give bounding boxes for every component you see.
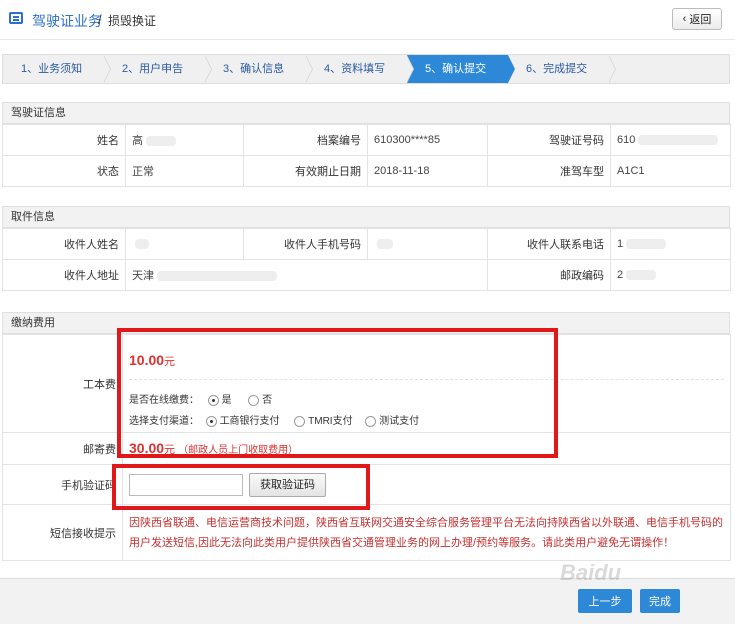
license-info-table: 姓名 高 档案编号 610300****85 驾驶证号码 610 状态 正常 有… <box>2 124 731 187</box>
status-label: 状态 <box>2 155 126 187</box>
recipient-phone-value <box>367 228 488 260</box>
expiry-value: 2018-11-18 <box>367 155 488 187</box>
postage-label: 邮寄费 <box>2 432 123 465</box>
online-pay-yes-label: 是 <box>221 395 232 406</box>
step-1: 1、业务须知 <box>3 55 111 83</box>
recipient-name-value <box>125 228 244 260</box>
pay-channel-label: 选择支付渠道： <box>129 416 199 427</box>
cost-amount: 10.00 <box>129 352 165 368</box>
recipient-address-value: 天津 <box>125 259 488 291</box>
fee-section-title: 缴纳费用 <box>2 312 730 334</box>
channel-test-label: 测试支付 <box>379 416 420 427</box>
breadcrumb-subtitle: 损毁换证 <box>108 14 157 28</box>
verify-code-cell: 获取验证码 <box>122 464 731 505</box>
watermark: Baidu <box>560 560 622 585</box>
online-pay-row: 是否在线缴费： 是 否 <box>129 391 724 406</box>
fee-table: 工本费 10.00元 是否在线缴费： 是 否 选择支付渠道： 工商银行支付 TM… <box>2 334 731 561</box>
postcode-label: 邮政编码 <box>487 259 611 291</box>
postage-cell: 30.00元 （邮政人员上门收取费用） <box>122 432 731 465</box>
license-number-value: 610 <box>610 124 731 156</box>
sms-notice-label: 短信接收提示 <box>2 504 123 561</box>
cost-unit: 元 <box>164 356 176 368</box>
name-label: 姓名 <box>2 124 126 156</box>
back-button[interactable]: ‹ 返回 <box>672 8 722 30</box>
recipient-contact-value: 1 <box>610 228 731 260</box>
breadcrumb-title[interactable]: 驾驶证业务 <box>32 11 102 31</box>
cost-label: 工本费 <box>2 334 123 433</box>
previous-step-button[interactable]: 上一步 <box>578 589 632 613</box>
recipient-contact-label: 收件人联系电话 <box>487 228 611 260</box>
verify-code-input[interactable] <box>129 473 243 496</box>
get-verify-code-button[interactable]: 获取验证码 <box>249 472 327 497</box>
back-button-label: 返回 <box>689 14 712 26</box>
file-number-label: 档案编号 <box>243 124 368 156</box>
online-pay-no-label: 否 <box>262 395 273 406</box>
channel-tmri-label: TMRI支付 <box>308 416 353 427</box>
recipient-phone-label: 收件人手机号码 <box>243 228 368 260</box>
progress-steps: 1、业务须知 2、用户申告 3、确认信息 4、资料填写 5、确认提交 6、完成提… <box>2 54 730 84</box>
name-value: 高 <box>125 124 244 156</box>
menu-icon <box>9 12 23 24</box>
license-class-value: A1C1 <box>610 155 731 187</box>
page-header: 驾驶证业务 / 损毁换证 ‹ 返回 <box>0 0 735 40</box>
channel-tmri-radio[interactable] <box>294 415 306 427</box>
channel-icbc-radio[interactable] <box>205 415 217 427</box>
status-value: 正常 <box>125 155 244 187</box>
chevron-left-icon: ‹ <box>682 13 687 25</box>
license-class-label: 准驾车型 <box>487 155 611 187</box>
expiry-label: 有效期止日期 <box>243 155 368 187</box>
online-pay-no-radio[interactable] <box>248 394 260 406</box>
verify-code-label: 手机验证码 <box>2 464 123 505</box>
online-pay-yes-radio[interactable] <box>207 394 219 406</box>
recipient-name-label: 收件人姓名 <box>2 228 126 260</box>
online-pay-label: 是否在线缴费： <box>129 395 199 406</box>
step-4: 4、资料填写 <box>306 55 414 83</box>
channel-test-radio[interactable] <box>365 415 377 427</box>
pickup-info-table: 收件人姓名 收件人手机号码 收件人联系电话 1 收件人地址 天津 邮政编码 2 <box>2 228 731 291</box>
postage-amount: 30.00 <box>129 440 165 456</box>
step-6: 6、完成提交 <box>508 55 616 83</box>
postage-note: （邮政人员上门收取费用） <box>178 445 299 456</box>
cost-cell: 10.00元 是否在线缴费： 是 否 选择支付渠道： 工商银行支付 TMRI支付… <box>122 334 731 433</box>
postage-unit: 元 <box>164 444 176 456</box>
pay-channel-row: 选择支付渠道： 工商银行支付 TMRI支付 测试支付 <box>129 412 724 427</box>
license-section-title: 驾驶证信息 <box>2 102 730 124</box>
pickup-section-title: 取件信息 <box>2 206 730 228</box>
sms-notice-text: 因陕西省联通、电信运营商技术问题，陕西省互联网交通安全综合服务管理平台无法向持陕… <box>122 504 731 561</box>
step-2: 2、用户申告 <box>104 55 212 83</box>
recipient-address-label: 收件人地址 <box>2 259 126 291</box>
license-number-label: 驾驶证号码 <box>487 124 611 156</box>
channel-icbc-label: 工商银行支付 <box>219 416 280 427</box>
step-3: 3、确认信息 <box>205 55 313 83</box>
step-5: 5、确认提交 <box>407 55 515 83</box>
postcode-value: 2 <box>610 259 731 291</box>
file-number-value: 610300****85 <box>367 124 488 156</box>
done-button[interactable]: 完成 <box>640 589 680 613</box>
breadcrumb-separator: / <box>98 12 102 27</box>
